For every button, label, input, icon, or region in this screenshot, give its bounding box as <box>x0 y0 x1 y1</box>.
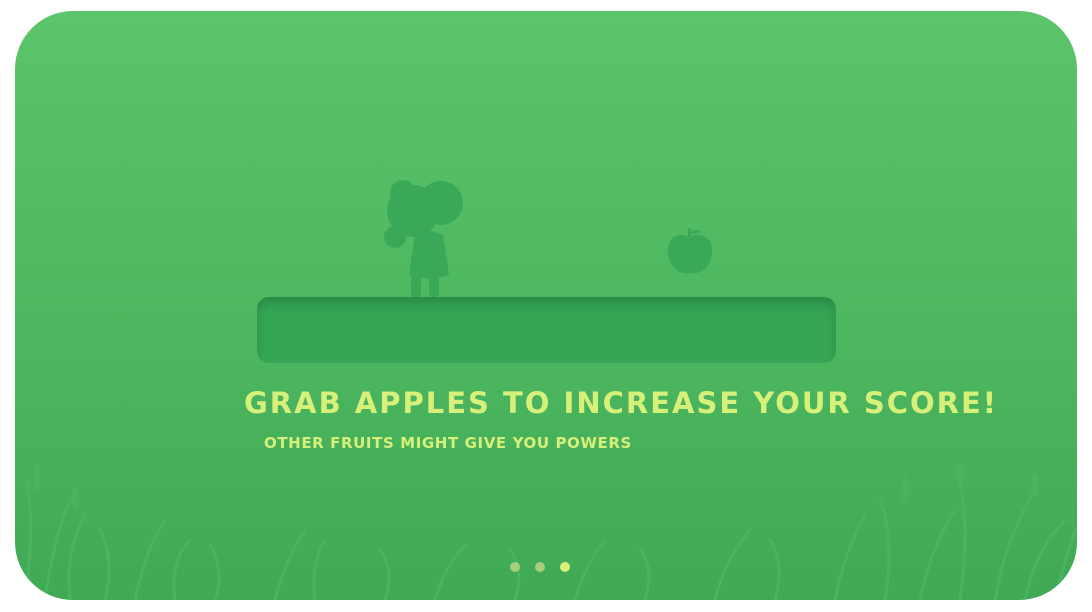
pagination-dot-3[interactable] <box>560 562 570 572</box>
slide-title: Grab apples to increase your score! <box>244 386 999 420</box>
pagination-dot-2[interactable] <box>535 562 545 572</box>
tutorial-card: Grab apples to increase your score! Othe… <box>15 11 1077 600</box>
platform <box>257 297 836 363</box>
girl-silhouette-icon <box>384 180 463 297</box>
apple-icon <box>667 228 713 274</box>
pagination-dots <box>510 562 570 574</box>
game-scene: Grab apples to increase your score! Othe… <box>15 11 1077 600</box>
pagination-dot-1[interactable] <box>510 562 520 572</box>
slide-subtitle: Other fruits might give you powers <box>264 434 632 452</box>
